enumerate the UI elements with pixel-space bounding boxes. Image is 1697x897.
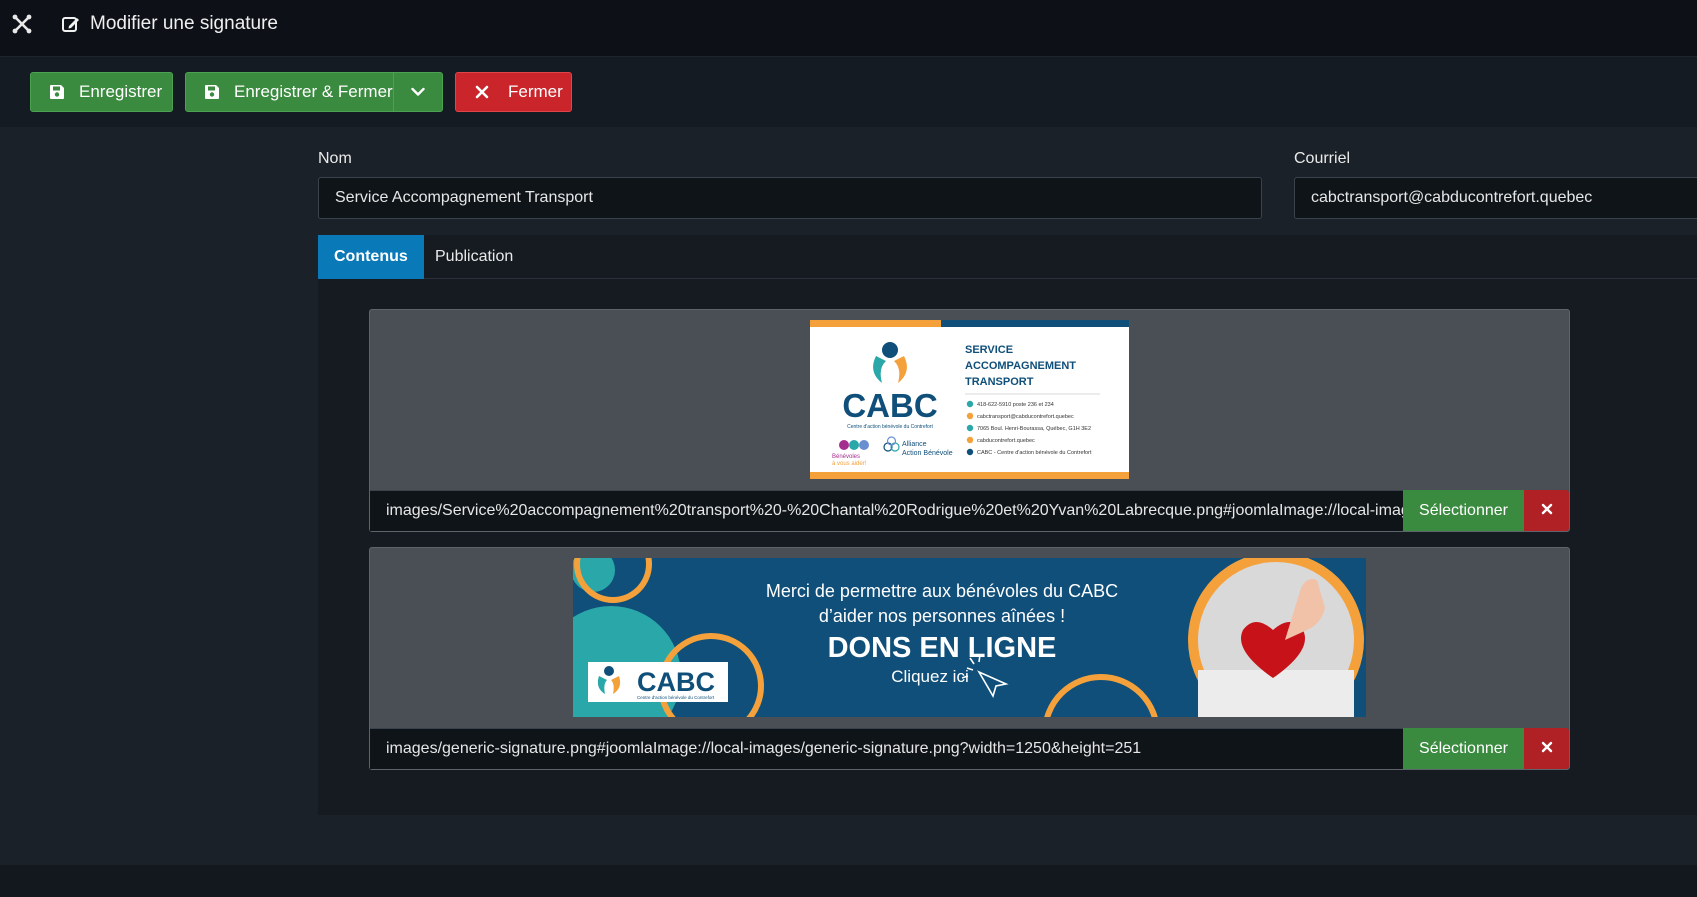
email-text: cabctransport@cabducontrefort.quebec <box>977 414 1074 420</box>
select-image-button[interactable]: Sélectionner <box>1403 728 1524 769</box>
footer-bar <box>0 865 1697 897</box>
email-field-label: Courriel <box>1294 150 1351 167</box>
phone-text: 418-622-5910 poste 236 et 234 <box>977 402 1054 408</box>
tab-bar: Contenus Publication <box>318 235 1697 279</box>
edit-icon <box>62 15 80 33</box>
signature-image-field: CABC Centre d'action bénévole du Contref… <box>369 309 1570 532</box>
banner-image-preview: CABC Centre d'action bénévole du Contref… <box>573 558 1366 717</box>
toolbar: Enregistrer Enregistrer & Fermer Fermer <box>0 57 1697 127</box>
name-field-label: Nom <box>318 150 352 167</box>
save-options-dropdown-button[interactable] <box>393 72 443 112</box>
save-icon <box>204 84 220 100</box>
facebook-text: CABC - Centre d'action bénévole du Contr… <box>977 450 1092 456</box>
cabc-logo-text: CABC <box>842 387 937 424</box>
help-text-1: Bénévoles <box>832 454 860 460</box>
name-field[interactable]: Service Accompagnement Transport <box>318 177 1262 219</box>
banner-line-1: Merci de permettre aux bénévoles du CABC <box>766 581 1118 601</box>
save-close-button[interactable]: Enregistrer & Fermer <box>185 72 394 112</box>
email-field[interactable]: cabctransport@cabducontrefort.quebec <box>1294 177 1697 219</box>
image-path-bar: images/generic-signature.png#joomlaImage… <box>370 728 1569 769</box>
site-text: cabducontrefort.quebec <box>977 438 1035 444</box>
banner-line-3: DONS EN LIGNE <box>828 632 1057 664</box>
header-bar: Modifier une signature <box>0 0 1697 57</box>
alliance-text-1: Alliance <box>902 441 927 448</box>
page-title: Modifier une signature <box>90 13 278 34</box>
help-text-2: à vous aider! <box>832 461 867 467</box>
close-button-label: Fermer <box>508 82 563 101</box>
chevron-down-icon <box>411 82 425 102</box>
banner-preview-graphic: CABC Centre d'action bénévole du Contref… <box>573 558 1366 717</box>
remove-image-button[interactable] <box>1524 728 1569 769</box>
banner-cabc-subtitle: Centre d'action bénévole du Contrefort <box>637 695 715 700</box>
cabc-logo-subtitle: Centre d'action bénévole du Contrefort <box>847 424 933 430</box>
banner-cabc-logo: CABC <box>637 667 715 697</box>
service-line-1: SERVICE <box>965 344 1013 356</box>
close-icon <box>1541 502 1553 520</box>
save-button[interactable]: Enregistrer <box>30 72 173 112</box>
close-icon <box>1541 740 1553 758</box>
banner-line-4: Cliquez ici <box>891 667 968 686</box>
save-close-button-label: Enregistrer & Fermer <box>234 82 393 101</box>
joomla-icon[interactable] <box>12 14 32 34</box>
save-icon <box>49 84 65 100</box>
alliance-text-2: Action Bénévole <box>902 450 953 457</box>
close-icon <box>474 84 490 100</box>
service-line-3: TRANSPORT <box>965 376 1034 388</box>
image-path-input[interactable]: images/generic-signature.png#joomlaImage… <box>370 728 1403 769</box>
service-line-2: ACCOMPAGNEMENT <box>965 360 1076 372</box>
tab-publication[interactable]: Publication <box>419 235 529 279</box>
remove-image-button[interactable] <box>1524 490 1569 531</box>
banner-line-2: d’aider nos personnes aînées ! <box>819 606 1065 626</box>
close-button[interactable]: Fermer <box>455 72 572 112</box>
signature-image-preview: CABC Centre d'action bénévole du Contref… <box>810 320 1129 479</box>
image-path-input[interactable]: images/Service%20accompagnement%20transp… <box>370 490 1403 531</box>
select-image-button[interactable]: Sélectionner <box>1403 490 1524 531</box>
save-button-label: Enregistrer <box>79 82 163 101</box>
image-path-bar: images/Service%20accompagnement%20transp… <box>370 490 1569 531</box>
signature-preview-graphic: CABC Centre d'action bénévole du Contref… <box>810 320 1129 479</box>
address-text: 7065 Boul. Henri-Bourassa, Québec, G1H 3… <box>977 426 1091 432</box>
tab-contenus[interactable]: Contenus <box>318 235 424 279</box>
banner-image-field: CABC Centre d'action bénévole du Contref… <box>369 547 1570 770</box>
